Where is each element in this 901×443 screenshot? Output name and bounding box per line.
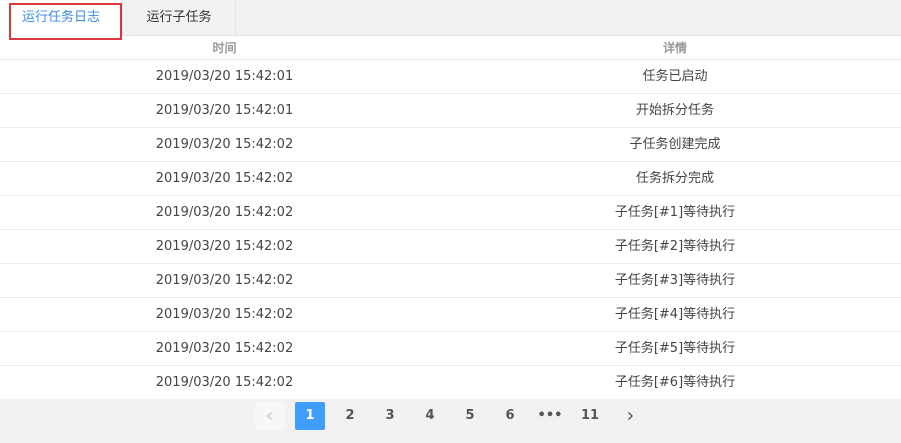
table-row: 2019/03/20 15:42:02 子任务[#6]等待执行 [0,366,901,400]
page-button-6[interactable]: 6 [495,402,525,430]
time-cell: 2019/03/20 15:42:01 [155,103,294,118]
more-pages-ellipsis[interactable]: ••• [535,402,565,430]
table-header: 时间 详情 [0,37,901,60]
time-cell: 2019/03/20 15:42:01 [155,69,294,84]
time-cell: 2019/03/20 15:42:02 [155,375,294,390]
pagination-bar: 1 2 3 4 5 6 ••• 11 [0,399,901,443]
pager: 1 2 3 4 5 6 ••• 11 [255,402,645,430]
chevron-right-icon [628,411,633,420]
time-cell: 2019/03/20 15:42:02 [155,341,294,356]
table-row: 2019/03/20 15:42:02 子任务创建完成 [0,128,901,162]
page-button-1[interactable]: 1 [295,402,325,430]
detail-cell: 子任务[#2]等待执行 [614,239,736,254]
table-row: 2019/03/20 15:42:01 开始拆分任务 [0,94,901,128]
time-cell: 2019/03/20 15:42:02 [155,307,294,322]
page-button-4[interactable]: 4 [415,402,445,430]
time-cell: 2019/03/20 15:42:02 [155,171,294,186]
detail-cell: 子任务[#4]等待执行 [614,307,736,322]
page-button-2[interactable]: 2 [335,402,365,430]
detail-cell: 开始拆分任务 [635,103,714,118]
detail-cell: 任务已启动 [642,69,708,84]
table-row: 2019/03/20 15:42:02 子任务[#1]等待执行 [0,196,901,230]
tab-bar: 运行任务日志 运行子任务 [0,0,901,36]
log-table-body: 2019/03/20 15:42:01 任务已启动 2019/03/20 15:… [0,60,901,400]
page-button-5[interactable]: 5 [455,402,485,430]
detail-cell: 子任务[#1]等待执行 [614,205,736,220]
column-header-time: 时间 [212,41,237,55]
table-row: 2019/03/20 15:42:02 子任务[#5]等待执行 [0,332,901,366]
detail-cell: 子任务创建完成 [629,137,721,152]
tab-run-subtasks[interactable]: 运行子任务 [123,0,236,36]
table-row: 2019/03/20 15:42:02 任务拆分完成 [0,162,901,196]
prev-page-button[interactable] [255,402,285,430]
detail-cell: 任务拆分完成 [635,171,714,186]
time-cell: 2019/03/20 15:42:02 [155,205,294,220]
table-row: 2019/03/20 15:42:02 子任务[#3]等待执行 [0,264,901,298]
detail-cell: 子任务[#5]等待执行 [614,341,736,356]
detail-cell: 子任务[#6]等待执行 [614,375,736,390]
column-header-detail: 详情 [662,41,687,55]
tab-run-task-log[interactable]: 运行任务日志 [0,0,123,36]
page-button-11[interactable]: 11 [575,402,605,430]
time-cell: 2019/03/20 15:42:02 [155,273,294,288]
time-cell: 2019/03/20 15:42:02 [155,137,294,152]
table-row: 2019/03/20 15:42:02 子任务[#4]等待执行 [0,298,901,332]
table-row: 2019/03/20 15:42:01 任务已启动 [0,60,901,94]
time-cell: 2019/03/20 15:42:02 [155,239,294,254]
page-button-3[interactable]: 3 [375,402,405,430]
table-row: 2019/03/20 15:42:02 子任务[#2]等待执行 [0,230,901,264]
chevron-left-icon [267,411,272,420]
detail-cell: 子任务[#3]等待执行 [614,273,736,288]
next-page-button[interactable] [615,402,645,430]
